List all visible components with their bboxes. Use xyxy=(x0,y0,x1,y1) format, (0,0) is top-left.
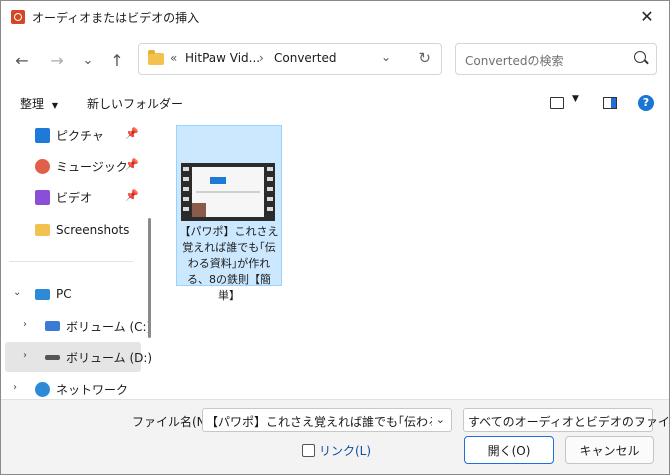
up-button[interactable]: ↑ xyxy=(102,41,132,79)
sidebar-divider xyxy=(9,261,133,262)
back-button[interactable]: ← xyxy=(7,41,37,79)
navigation-bar: ← → ⌄ ↑ « HitPaw Vid... › Converted ⌄ ↻ … xyxy=(1,41,669,79)
chevron-down-icon[interactable]: ⌄ xyxy=(436,413,445,426)
folder-icon xyxy=(35,224,50,236)
link-checkbox-row[interactable]: リンク(L) xyxy=(302,442,371,459)
file-list: 【パワポ】これさえ覚えれば誰でも｢伝わる資料｣が作れる、8の鉄則【簡単】 xyxy=(159,118,669,399)
pin-icon[interactable]: 📌 xyxy=(125,158,139,171)
preview-pane-icon[interactable] xyxy=(603,97,617,109)
pictures-icon xyxy=(35,127,50,143)
sidebar-item-label: ボリューム (C:) xyxy=(66,319,152,334)
sidebar-item-screenshots[interactable]: Screenshots xyxy=(5,215,141,245)
address-dropdown-icon[interactable]: ⌄ xyxy=(381,50,391,64)
windows-drive-icon xyxy=(45,321,60,331)
sidebar-item-label: Screenshots xyxy=(56,223,130,237)
chevron-right-icon[interactable]: › xyxy=(13,382,17,393)
link-checkbox[interactable] xyxy=(302,444,315,457)
new-folder-button[interactable]: 新しいフォルダー xyxy=(87,95,183,112)
help-icon[interactable]: ? xyxy=(638,95,654,111)
view-dropdown-icon[interactable]: ▼ xyxy=(572,94,579,104)
recent-locations-button[interactable]: ⌄ xyxy=(73,41,103,79)
music-icon xyxy=(35,158,50,174)
view-mode-icon[interactable] xyxy=(550,97,564,109)
search-box[interactable]: Convertedの検索 xyxy=(455,43,657,75)
window-title: オーディオまたはビデオの挿入 xyxy=(32,10,200,25)
close-button[interactable]: ✕ xyxy=(637,7,657,27)
sidebar-item-label: ピクチャ xyxy=(56,128,104,143)
filename-field[interactable]: 【パワポ】これさえ覚えれば誰でも｢伝わる資料｣が作れる、8の鉄則【簡単】 ⌄ xyxy=(202,408,452,432)
sidebar-item-volume-d[interactable]: › ボリューム (D:) xyxy=(5,342,152,372)
search-icon xyxy=(634,51,646,63)
pin-icon[interactable]: 📌 xyxy=(125,127,139,140)
sidebar-item-pc[interactable]: ⌄ PC xyxy=(5,279,141,309)
cancel-button[interactable]: キャンセル xyxy=(565,436,654,464)
drive-icon xyxy=(45,354,60,360)
sidebar-item-music[interactable]: ミュージック 📌 xyxy=(5,151,141,181)
breadcrumb-overflow[interactable]: « xyxy=(170,51,177,65)
chevron-down-icon[interactable]: ⌄ xyxy=(13,287,21,298)
video-thumbnail xyxy=(192,167,264,217)
sidebar-item-pictures[interactable]: ピクチャ 📌 xyxy=(5,120,141,150)
chevron-down-icon: ▼ xyxy=(51,101,58,110)
filename-value[interactable]: 【パワポ】これさえ覚えれば誰でも｢伝わる資料｣が作れる、8の鉄則【簡単】 xyxy=(206,413,432,430)
sidebar-item-label: ミュージック xyxy=(56,159,128,174)
sidebar-item-volume-c[interactable]: › ボリューム (C:) xyxy=(5,311,151,341)
chevron-right-icon[interactable]: › xyxy=(23,350,27,361)
chevron-right-icon[interactable]: › xyxy=(23,319,27,330)
forward-button[interactable]: → xyxy=(42,41,72,79)
videos-icon xyxy=(35,189,50,205)
command-bar: 整理 ▼ 新しいフォルダー ▼ ? xyxy=(1,89,669,117)
breadcrumb-converted[interactable]: Converted xyxy=(274,51,336,65)
filetype-select[interactable]: すべてのオーディオとビデオのファイル ⌄ xyxy=(463,408,669,432)
navigation-pane: ピクチャ 📌 ミュージック 📌 ビデオ 📌 Screenshots ⌄ PC ›… xyxy=(1,118,159,399)
breadcrumb-separator: › xyxy=(259,51,264,65)
pin-icon[interactable]: 📌 xyxy=(125,189,139,202)
organize-button[interactable]: 整理 ▼ xyxy=(20,95,58,112)
search-input[interactable]: Convertedの検索 xyxy=(465,52,563,69)
sidebar-item-label: PC xyxy=(56,287,72,301)
folder-icon xyxy=(148,50,164,65)
file-dialog: オーディオまたはビデオの挿入 ✕ ← → ⌄ ↑ « HitPaw Vid...… xyxy=(0,0,670,475)
network-icon xyxy=(35,381,50,397)
title-bar: オーディオまたはビデオの挿入 ✕ xyxy=(1,1,669,33)
sidebar-scrollbar[interactable] xyxy=(148,218,151,338)
pc-icon xyxy=(35,288,50,300)
breadcrumb-hitpaw[interactable]: HitPaw Vid... xyxy=(185,51,260,65)
sidebar-item-videos[interactable]: ビデオ 📌 xyxy=(5,182,141,212)
refresh-icon[interactable]: ↻ xyxy=(418,49,431,67)
dialog-footer: ファイル名(N): 【パワポ】これさえ覚えれば誰でも｢伝わる資料｣が作れる、8の… xyxy=(1,399,669,474)
link-label[interactable]: リンク(L) xyxy=(319,442,371,459)
chevron-down-icon[interactable]: ⌄ xyxy=(637,413,646,426)
sidebar-item-label: ビデオ xyxy=(56,190,93,205)
powerpoint-icon xyxy=(11,10,25,24)
file-name: 【パワポ】これさえ覚えれば誰でも｢伝わる資料｣が作れる、8の鉄則【簡単】 xyxy=(179,225,279,302)
open-button[interactable]: 開く(O) xyxy=(464,436,554,464)
file-item[interactable]: 【パワポ】これさえ覚えれば誰でも｢伝わる資料｣が作れる、8の鉄則【簡単】 xyxy=(176,125,282,302)
address-bar[interactable]: « HitPaw Vid... › Converted ⌄ ↻ xyxy=(138,43,442,75)
sidebar-item-label: ボリューム (D:) xyxy=(66,350,153,365)
organize-label: 整理 xyxy=(20,97,45,111)
sidebar-item-label: ネットワーク xyxy=(56,382,129,397)
video-file-icon xyxy=(181,163,275,221)
